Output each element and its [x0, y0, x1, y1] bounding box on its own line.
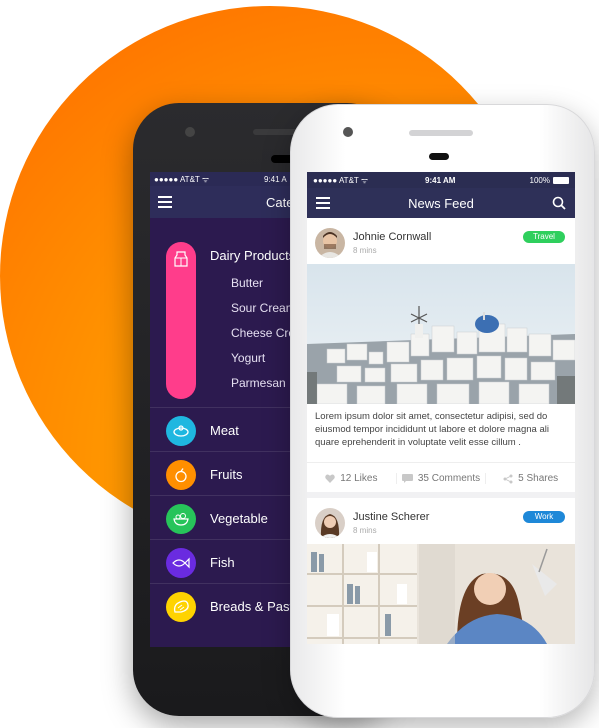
page-title: News Feed	[408, 195, 474, 211]
category-label: Fish	[210, 555, 235, 570]
category-label: Meat	[210, 423, 239, 438]
carrier-label: ●●●●● AT&T ᯤ	[313, 175, 369, 185]
hamburger-menu-icon[interactable]	[158, 196, 172, 208]
heart-icon	[325, 474, 335, 483]
search-icon[interactable]	[552, 196, 566, 210]
earpiece	[429, 153, 449, 160]
app-header: Categ	[150, 186, 310, 218]
category-dairy-label[interactable]: Dairy Products	[210, 248, 295, 263]
bread-icon	[166, 592, 196, 622]
category-badge[interactable]: Work	[523, 511, 565, 523]
category-row-meat[interactable]: Meat	[150, 407, 310, 451]
like-button[interactable]: 12 Likes	[307, 473, 396, 484]
share-button[interactable]: 5 Shares	[485, 473, 575, 484]
battery-icon	[553, 176, 569, 184]
battery-percent: 100%	[529, 175, 550, 185]
author-name[interactable]: Justine Scherer	[353, 511, 429, 523]
clock: 9:41 A	[264, 174, 287, 184]
share-icon	[503, 474, 513, 483]
avatar[interactable]	[315, 508, 345, 538]
subcategory-item[interactable]: Cheese Cre	[231, 326, 295, 340]
dairy-category-pill[interactable]	[166, 242, 196, 399]
category-label: Vegetable	[210, 511, 268, 526]
category-row-breads[interactable]: Breads & Past	[150, 583, 310, 627]
meat-icon	[166, 416, 196, 446]
category-row-fruits[interactable]: Fruits	[150, 451, 310, 495]
battery-indicator: 100%	[530, 176, 569, 185]
status-bar: ●●●●● AT&T ᯤ 9:41 AM 100%	[307, 172, 575, 188]
share-count: 5 Shares	[518, 473, 559, 484]
post-time: 8 mins	[353, 526, 377, 535]
status-bar: ●●●●● AT&T ᯤ 9:41 A	[150, 172, 310, 186]
carrier-label: ●●●●● AT&T ᯤ	[154, 174, 210, 184]
front-camera	[343, 127, 353, 137]
category-label: Fruits	[210, 467, 243, 482]
clock: 9:41 AM	[425, 175, 456, 185]
post-header: Justine Scherer 8 mins Work	[307, 498, 575, 544]
subcategory-item[interactable]: Butter	[231, 276, 263, 290]
comment-icon	[401, 474, 413, 483]
subcategory-item[interactable]: Sour Cream	[231, 301, 296, 315]
speaker-grille	[409, 130, 473, 136]
comment-button[interactable]: 35 Comments	[395, 473, 486, 484]
app-header: News Feed	[307, 188, 575, 218]
post-actions: 12 Likes 35 Comments 5 Shares	[307, 462, 575, 494]
comment-count: 35 Comments	[417, 473, 481, 484]
like-count: 12 Likes	[340, 473, 378, 484]
post-card: Johnie Cornwall 8 mins Travel Lorem ipsu…	[307, 218, 575, 492]
category-row-fish[interactable]: Fish	[150, 539, 310, 583]
post-image[interactable]	[307, 264, 575, 404]
subcategory-item[interactable]: Yogurt	[231, 351, 265, 365]
milk-carton-icon	[174, 251, 188, 267]
post-time: 8 mins	[353, 246, 377, 255]
post-header: Johnie Cornwall 8 mins Travel	[307, 218, 575, 264]
post-body: Lorem ipsum dolor sit amet, consectetur …	[315, 411, 549, 448]
news-feed-screen: ●●●●● AT&T ᯤ 9:41 AM 100% News Feed John…	[307, 172, 575, 644]
category-badge[interactable]: Travel	[523, 231, 565, 243]
post-card: Justine Scherer 8 mins Work	[307, 498, 575, 644]
post-image[interactable]	[307, 544, 575, 644]
author-name[interactable]: Johnie Cornwall	[353, 231, 431, 243]
avatar[interactable]	[315, 228, 345, 258]
category-label: Breads & Past	[210, 599, 294, 614]
subcategory-item[interactable]: Parmesan	[231, 376, 286, 390]
fish-icon	[166, 548, 196, 578]
fruit-icon	[166, 460, 196, 490]
categories-screen: ●●●●● AT&T ᯤ 9:41 A Categ Dairy Products…	[150, 172, 310, 647]
category-row-vegetable[interactable]: Vegetable	[150, 495, 310, 539]
front-camera	[185, 127, 195, 137]
vegetable-icon	[166, 504, 196, 534]
